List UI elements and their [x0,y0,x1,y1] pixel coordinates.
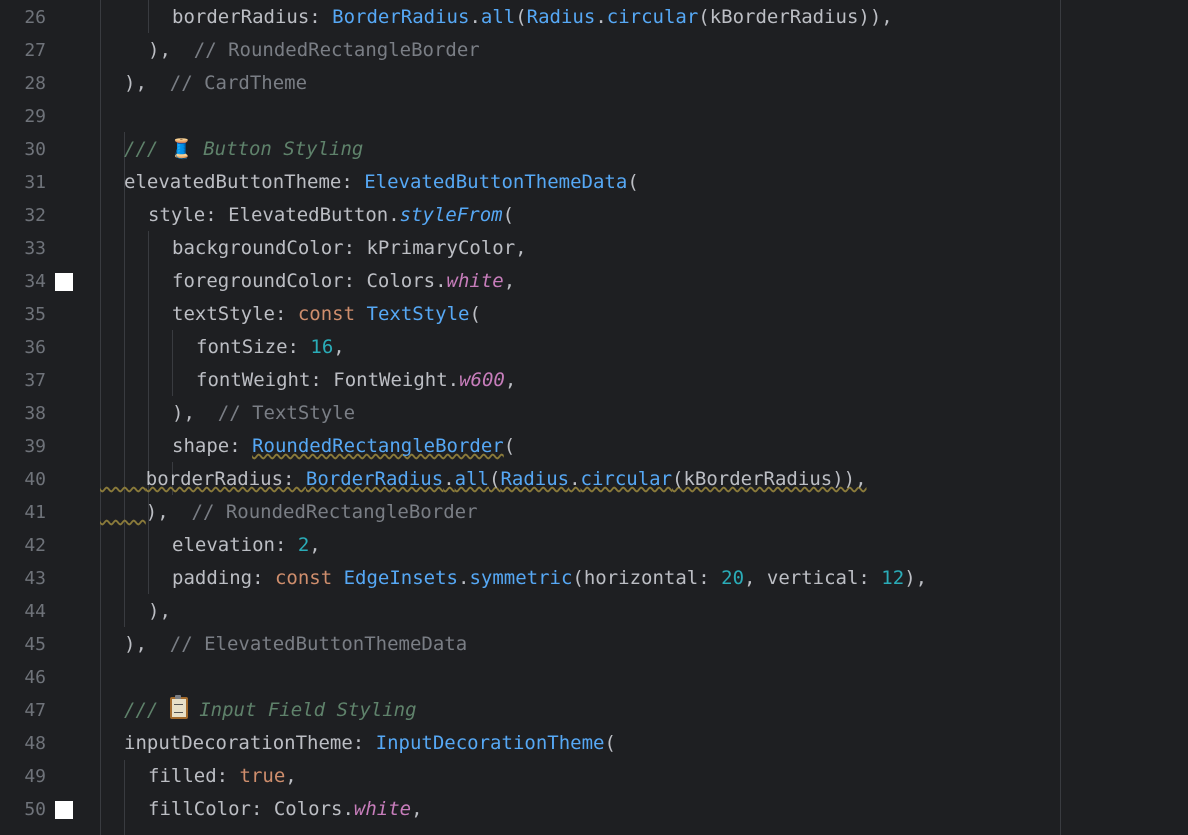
line-number: 40 [24,469,46,490]
code-line[interactable]: 32 style: ElevatedButton.styleFrom( [0,199,1188,232]
code-line[interactable]: 45 ), // ElevatedButtonThemeData [0,628,1188,661]
code-line[interactable]: 28 ), // CardTheme [0,67,1188,100]
code-text: style: ElevatedButton.styleFrom( [148,204,515,226]
line-number: 30 [24,139,46,160]
code-line[interactable]: 26 borderRadius: BorderRadius.all(Radius… [0,1,1188,34]
line-number: 31 [24,172,46,193]
thread-spool-icon: 🧵 [169,138,194,160]
line-number: 35 [24,304,46,325]
code-line[interactable]: 41 ), // RoundedRectangleBorder [0,496,1188,529]
code-text: backgroundColor: kPrimaryColor, [172,237,527,259]
code-comment: // CardTheme [169,72,308,94]
code-line[interactable]: 33 backgroundColor: kPrimaryColor, [0,232,1188,265]
code-line[interactable]: 27 ), // RoundedRectangleBorder [0,34,1188,67]
line-number: 37 [24,370,46,391]
line-number: 49 [24,766,46,787]
code-text: ), // RoundedRectangleBorder [145,501,478,523]
code-editor[interactable]: 26 borderRadius: BorderRadius.all(Radius… [0,0,1188,835]
code-text: fillColor: Colors.white, [148,798,423,820]
line-number: 34 [24,271,46,292]
lint-warning: RoundedRectangleBorder [252,435,504,457]
code-line[interactable]: 42 elevation: 2, [0,529,1188,562]
line-number: 39 [24,436,46,457]
code-text: fontWeight: FontWeight.w600, [196,369,517,391]
code-comment: // RoundedRectangleBorder [193,39,480,61]
code-text: elevatedButtonTheme: ElevatedButtonTheme… [124,171,639,193]
line-number: 41 [24,502,46,523]
line-number: 50 [24,799,46,820]
color-swatch-white-icon[interactable] [55,273,73,291]
line-number: 32 [24,205,46,226]
code-line[interactable]: 31 elevatedButtonTheme: ElevatedButtonTh… [0,166,1188,199]
code-comment: // TextStyle [217,402,356,424]
code-line[interactable]: 44 ), [0,595,1188,628]
code-line[interactable]: 46 [0,661,1188,694]
code-text: ), [148,600,171,622]
code-text: padding: const EdgeInsets.symmetric(hori… [172,567,928,589]
line-number: 47 [24,700,46,721]
line-number: 29 [24,106,46,127]
code-line[interactable]: 37 fontWeight: FontWeight.w600, [0,364,1188,397]
code-line[interactable]: 48 inputDecorationTheme: InputDecoration… [0,727,1188,760]
code-text: fontSize: 16, [196,336,345,358]
code-text: ), // CardTheme [124,72,308,94]
line-number: 33 [24,238,46,259]
code-text: ), // TextStyle [172,402,356,424]
line-number: 26 [24,7,46,28]
code-text: foregroundColor: Colors.white, [172,270,516,292]
code-line[interactable]: 36 fontSize: 16, [0,331,1188,364]
code-line[interactable]: 49 filled: true, [0,760,1188,793]
code-comment: // RoundedRectangleBorder [191,501,478,523]
code-line[interactable]: 39 shape: RoundedRectangleBorder( [0,430,1188,463]
code-line[interactable]: 47 /// Input Field Styling [0,694,1188,727]
code-line[interactable]: 40 borderRadius: BorderRadius.all(Radius… [0,463,1188,496]
code-line[interactable]: 38 ), // TextStyle [0,397,1188,430]
clipboard-icon [169,695,188,719]
code-text: ), // ElevatedButtonThemeData [124,633,468,655]
line-number: 43 [24,568,46,589]
line-number: 46 [24,667,46,688]
code-text: filled: true, [148,765,297,787]
color-swatch-white-icon[interactable] [55,801,73,819]
code-line[interactable]: 30 /// 🧵 Button Styling [0,133,1188,166]
code-text: shape: RoundedRectangleBorder( [172,435,516,457]
code-line[interactable]: 35 textStyle: const TextStyle( [0,298,1188,331]
code-line[interactable]: 43 padding: const EdgeInsets.symmetric(h… [0,562,1188,595]
code-line[interactable]: 29 [0,100,1188,133]
code-text: textStyle: const TextStyle( [172,303,481,325]
line-number: 38 [24,403,46,424]
lint-warning: borderRadius: BorderRadius.all(Radius.ci… [145,468,867,490]
line-number: 36 [24,337,46,358]
doc-comment: /// 🧵 Button Styling [124,133,363,166]
line-number: 28 [24,73,46,94]
code-text: elevation: 2, [172,534,321,556]
code-line[interactable]: 50 fillColor: Colors.white, [0,793,1188,826]
line-number: 42 [24,535,46,556]
code-text: borderRadius: BorderRadius.all(Radius.ci… [172,6,893,28]
code-comment: // ElevatedButtonThemeData [169,633,468,655]
line-number: 44 [24,601,46,622]
code-text: ), // RoundedRectangleBorder [148,39,480,61]
doc-comment: /// Input Field Styling [124,695,417,721]
line-number: 48 [24,733,46,754]
code-line[interactable]: 34 foregroundColor: Colors.white, [0,265,1188,298]
line-number: 27 [24,40,46,61]
line-number: 45 [24,634,46,655]
code-text: inputDecorationTheme: InputDecorationThe… [124,732,616,754]
